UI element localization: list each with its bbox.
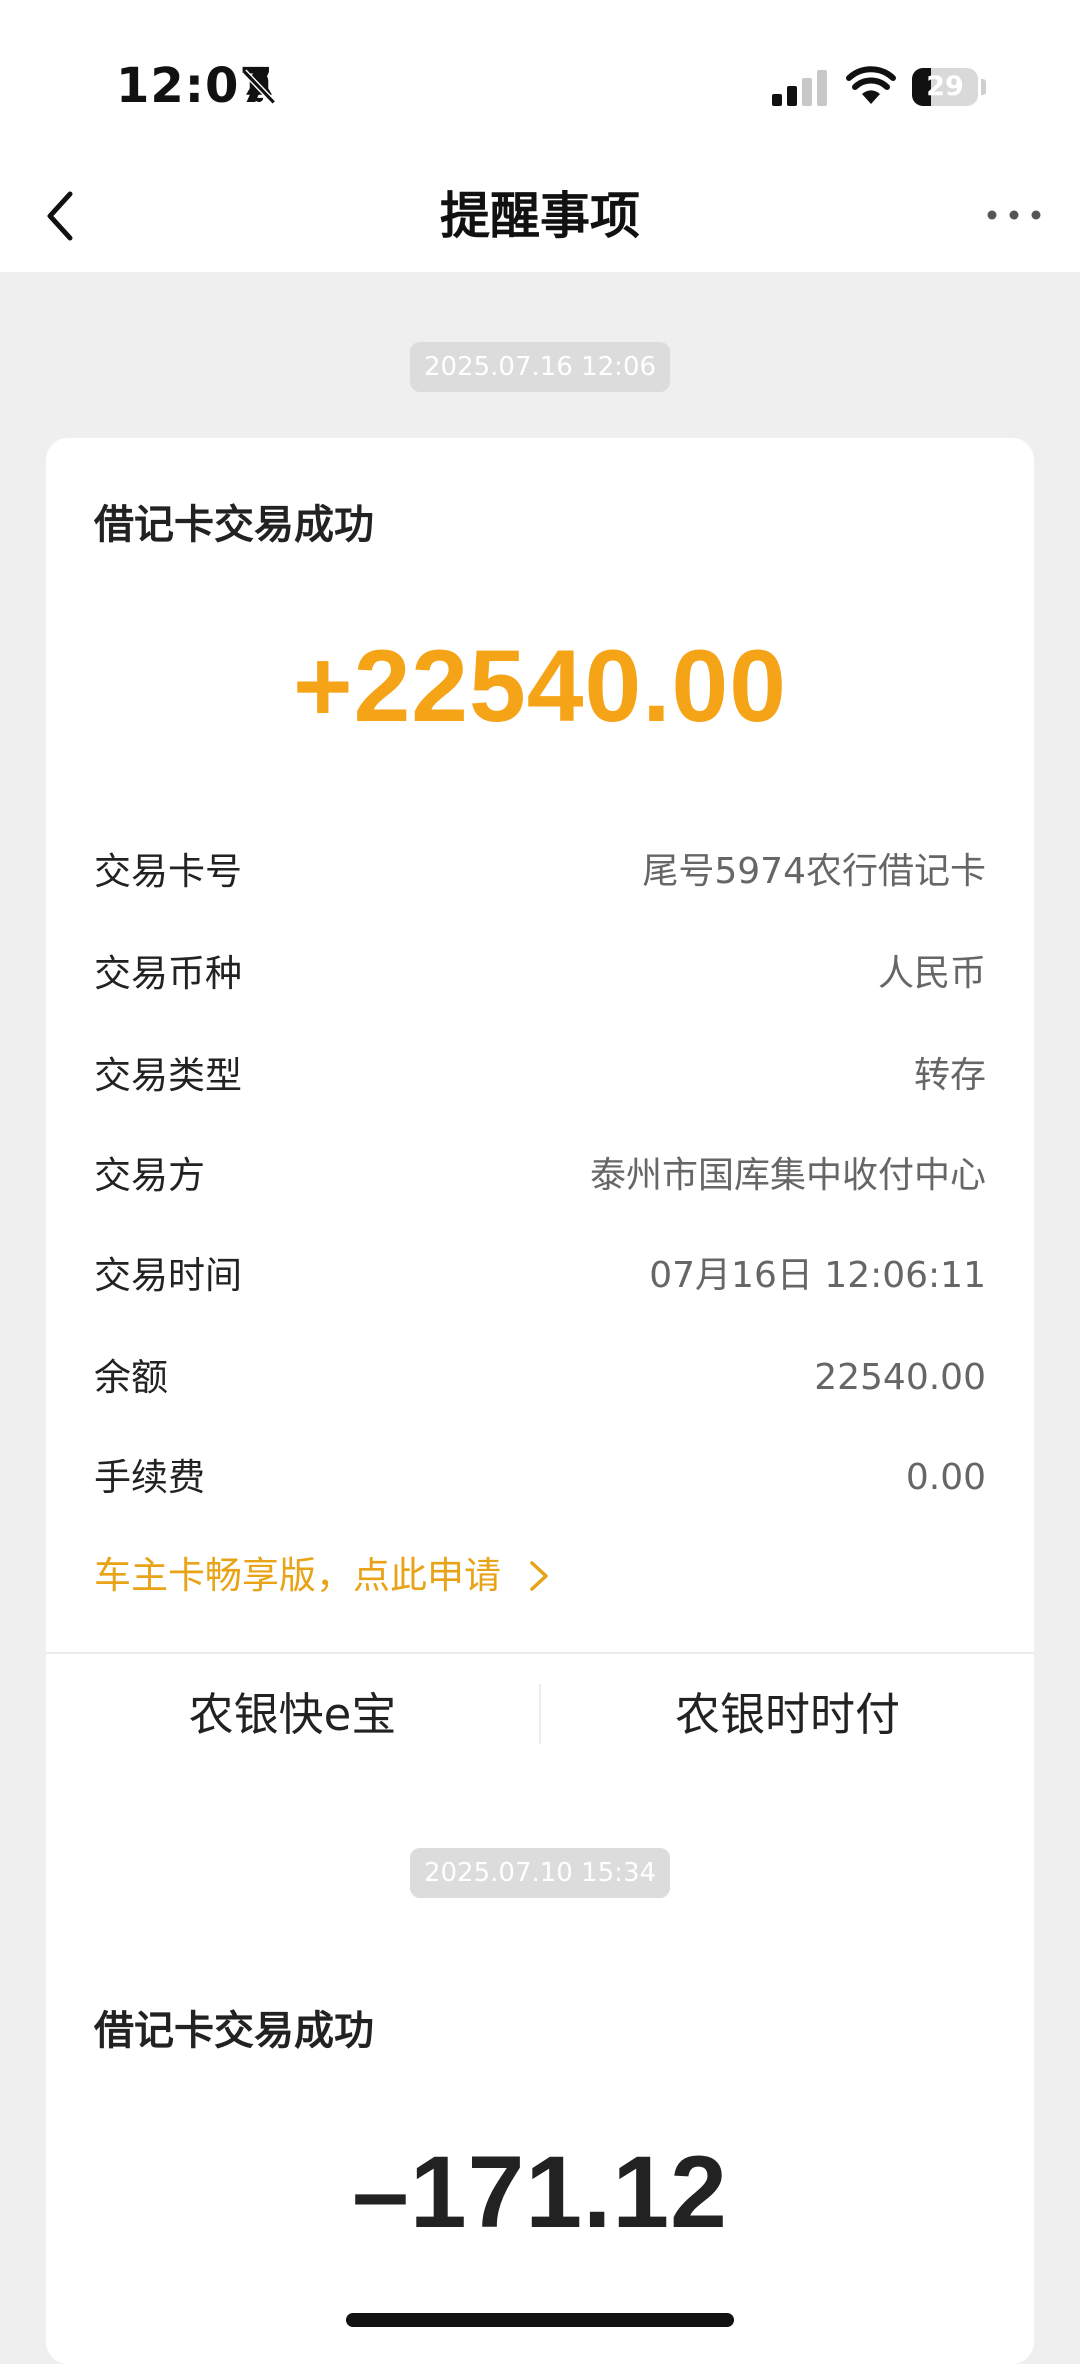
kuai-e-bao-button[interactable]: 农银快e宝 bbox=[46, 1654, 539, 1776]
message-timestamp: 2025.07.10 15:34 bbox=[410, 1848, 670, 1898]
detail-label: 交易币种 bbox=[94, 952, 242, 995]
chevron-right-icon bbox=[530, 1561, 548, 1591]
detail-label: 交易方 bbox=[94, 1154, 205, 1197]
battery-icon: 29 bbox=[912, 68, 978, 106]
detail-value: 转存 bbox=[913, 1055, 986, 1096]
detail-label: 交易时间 bbox=[94, 1254, 242, 1297]
nav-bar: 提醒事项 bbox=[0, 160, 1080, 272]
detail-label: 手续费 bbox=[94, 1456, 205, 1499]
shishi-fu-button[interactable]: 农银时时付 bbox=[541, 1654, 1034, 1776]
card-title: 借记卡交易成功 bbox=[94, 2008, 374, 2054]
detail-value: 07月16日 12:06:11 bbox=[649, 1255, 986, 1296]
detail-label: 交易卡号 bbox=[94, 850, 242, 893]
detail-value: 人民币 bbox=[877, 953, 986, 994]
bell-slash-icon bbox=[242, 69, 276, 105]
status-bar: 12:07 29 bbox=[0, 0, 1080, 160]
detail-label: 余额 bbox=[94, 1356, 168, 1399]
detail-row-counterparty: 交易方 泰州市国库集中收付中心 bbox=[94, 1146, 986, 1206]
page-title: 提醒事项 bbox=[440, 187, 640, 245]
home-indicator bbox=[346, 2313, 734, 2327]
detail-row-currency: 交易币种 人民币 bbox=[94, 944, 986, 1004]
detail-value: 0.00 bbox=[905, 1457, 986, 1498]
detail-value: 22540.00 bbox=[814, 1357, 986, 1398]
detail-row-time: 交易时间 07月16日 12:06:11 bbox=[94, 1246, 986, 1306]
message-timestamp: 2025.07.16 12:06 bbox=[410, 342, 670, 392]
promo-link-label: 车主卡畅享版，点此申请 bbox=[94, 1554, 501, 1597]
detail-row-balance: 余额 22540.00 bbox=[94, 1348, 986, 1408]
detail-label: 交易类型 bbox=[94, 1054, 242, 1097]
detail-value: 尾号5974农行借记卡 bbox=[642, 851, 986, 892]
wifi-icon bbox=[846, 66, 896, 104]
signal-icon bbox=[772, 70, 827, 106]
battery-cap bbox=[981, 79, 986, 95]
card-title: 借记卡交易成功 bbox=[94, 502, 374, 548]
transaction-card: 借记卡交易成功 –171.12 bbox=[46, 1944, 1034, 2364]
transaction-amount: –171.12 bbox=[352, 2135, 728, 2249]
more-dots-icon[interactable] bbox=[984, 200, 1044, 230]
promo-link[interactable]: 车主卡畅享版，点此申请 bbox=[94, 1546, 551, 1606]
chevron-left-icon[interactable] bbox=[40, 186, 84, 246]
detail-value: 泰州市国库集中收付中心 bbox=[589, 1155, 986, 1196]
transaction-amount: +22540.00 bbox=[293, 629, 787, 743]
detail-row-type: 交易类型 转存 bbox=[94, 1046, 986, 1106]
battery-level: 29 bbox=[926, 71, 964, 102]
detail-row-card-number: 交易卡号 尾号5974农行借记卡 bbox=[94, 842, 986, 902]
detail-row-fee: 手续费 0.00 bbox=[94, 1448, 986, 1508]
